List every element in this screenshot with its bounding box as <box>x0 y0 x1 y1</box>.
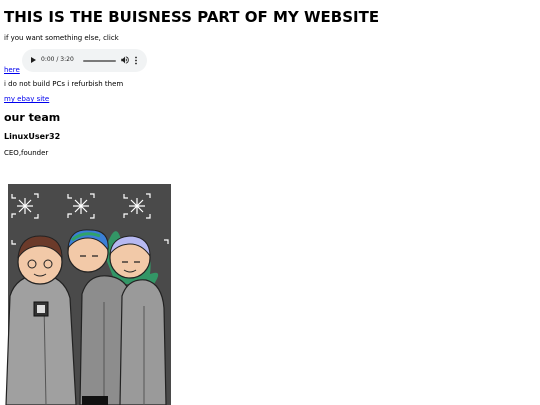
volume-icon[interactable] <box>120 55 130 65</box>
member-role: CEO,founder <box>4 149 49 157</box>
intro-text: if you want something else, click <box>4 34 119 42</box>
more-options-icon[interactable] <box>134 56 138 65</box>
member-name: LinuxUser32 <box>4 132 61 141</box>
audio-player[interactable]: 0:00 / 3:20 <box>22 49 147 72</box>
team-illustration <box>5 184 171 405</box>
team-heading: our team <box>4 111 61 124</box>
audio-time-display: 0:00 / 3:20 <box>41 56 74 63</box>
ebay-site-link[interactable]: my ebay site <box>4 95 49 103</box>
refurbish-notice: i do not build PCs i refurbish them <box>4 80 124 88</box>
here-link[interactable]: here <box>4 66 20 74</box>
page-title: THIS IS THE BUISNESS PART OF MY WEBSITE <box>4 8 380 26</box>
audio-seek-bar[interactable] <box>83 60 116 62</box>
play-icon[interactable] <box>31 57 36 63</box>
